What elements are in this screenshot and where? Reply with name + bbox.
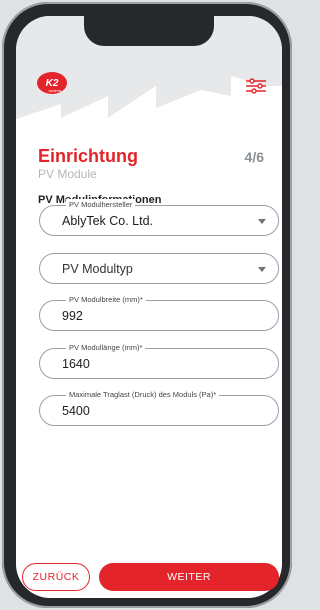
chevron-down-icon: [258, 267, 266, 272]
module-width-label: PV Modulbreite (mm)*: [66, 294, 146, 306]
k2-logo: K2 systems: [36, 71, 68, 95]
settings-button[interactable]: [244, 76, 268, 96]
page-title: Einrichtung: [38, 146, 138, 166]
module-width-value: 992: [62, 309, 83, 323]
app-screen: K2 systems Einrichtung 4/6 PV Module PV …: [16, 16, 282, 598]
module-type-select[interactable]: PV Modultyp: [39, 253, 279, 284]
svg-text:K2: K2: [46, 78, 59, 89]
phone-notch: [84, 16, 214, 46]
manufacturer-label: PV Modulhersteller: [66, 199, 136, 211]
svg-text:systems: systems: [49, 89, 62, 93]
step-indicator: 4/6: [244, 149, 264, 165]
module-length-label: PV Modullänge (mm)*: [66, 342, 146, 354]
back-button[interactable]: ZURÜCK: [22, 563, 90, 591]
title-row: Einrichtung 4/6: [38, 146, 264, 167]
max-load-field[interactable]: Maximale Traglast (Druck) des Moduls (Pa…: [39, 389, 279, 426]
phone-frame: K2 systems Einrichtung 4/6 PV Module PV …: [2, 2, 292, 608]
manufacturer-value: AblyTek Co. Ltd.: [62, 214, 154, 228]
sliders-icon: [246, 78, 266, 94]
module-length-field[interactable]: PV Modullänge (mm)* 1640: [39, 342, 279, 379]
chevron-down-icon: [258, 219, 266, 224]
next-button[interactable]: WEITER: [99, 563, 279, 591]
max-load-label: Maximale Traglast (Druck) des Moduls (Pa…: [66, 389, 220, 401]
module-type-placeholder: PV Modultyp: [62, 262, 133, 276]
manufacturer-select[interactable]: PV Modulhersteller AblyTek Co. Ltd.: [39, 199, 279, 236]
max-load-value: 5400: [62, 404, 90, 418]
page-subtitle: PV Module: [38, 167, 97, 181]
module-width-field[interactable]: PV Modulbreite (mm)* 992: [39, 294, 279, 331]
module-length-value: 1640: [62, 357, 90, 371]
